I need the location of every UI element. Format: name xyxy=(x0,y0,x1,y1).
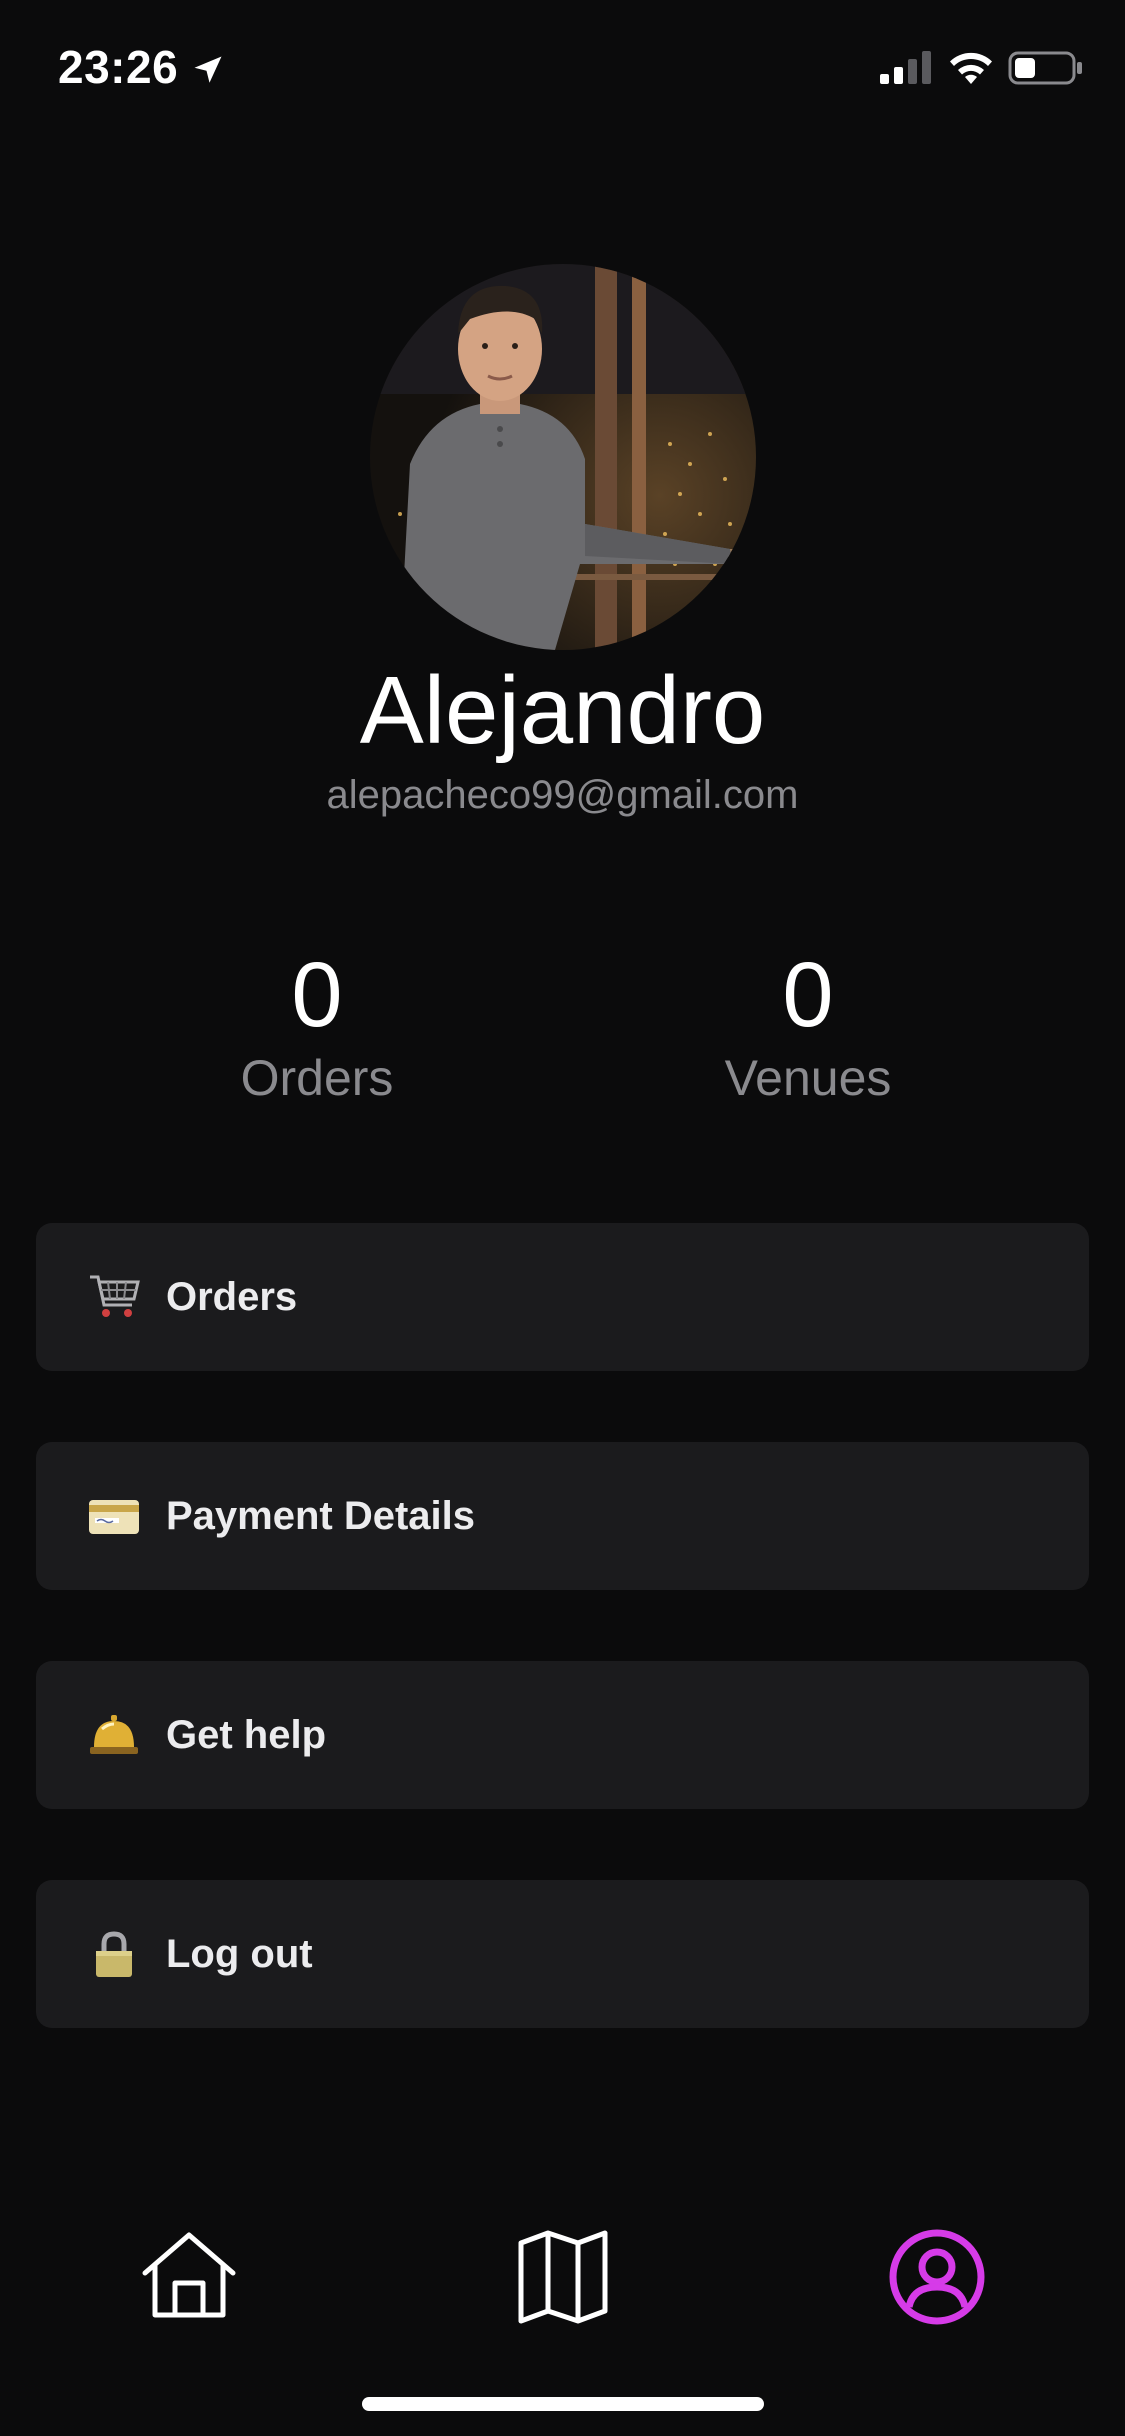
wifi-icon xyxy=(950,52,992,84)
home-icon xyxy=(142,2232,236,2318)
profile-email: alepacheco99@gmail.com xyxy=(326,773,799,817)
menu-item-orders[interactable]: Orders xyxy=(36,1223,1089,1371)
map-icon xyxy=(518,2230,608,2324)
menu-item-label: Orders xyxy=(166,1274,298,1319)
cellular-signal-icon xyxy=(880,51,931,84)
tab-map[interactable] xyxy=(508,2222,618,2332)
tab-profile[interactable] xyxy=(882,2222,992,2332)
menu-item-get-help[interactable]: Get help xyxy=(36,1661,1089,1809)
shopping-cart-icon xyxy=(84,1267,144,1327)
menu-item-label: Payment Details xyxy=(166,1493,476,1538)
venues-count: 0 xyxy=(782,944,834,1046)
menu-item-label: Log out xyxy=(166,1931,313,1976)
status-time: 23:26 xyxy=(58,41,179,93)
profile-name: Alejandro xyxy=(359,657,766,764)
menu-item-payment-details[interactable]: Payment Details xyxy=(36,1442,1089,1590)
profile-photo xyxy=(370,264,756,650)
venues-stat: 0 Venues xyxy=(618,940,998,1108)
lock-icon xyxy=(84,1924,144,1984)
orders-stat: 0 Orders xyxy=(127,940,507,1108)
tab-home[interactable] xyxy=(134,2222,244,2332)
venues-stat-label: Venues xyxy=(724,1050,892,1106)
orders-count: 0 xyxy=(291,944,343,1046)
service-bell-icon xyxy=(84,1705,144,1765)
credit-card-icon xyxy=(84,1486,144,1546)
menu-item-log-out[interactable]: Log out xyxy=(36,1880,1089,2028)
orders-stat-label: Orders xyxy=(240,1050,394,1106)
location-arrow-icon xyxy=(194,56,222,83)
status-bar: 23:26 xyxy=(0,0,1125,132)
battery-icon xyxy=(1008,51,1082,85)
home-indicator[interactable] xyxy=(362,2397,764,2411)
user-profile-icon xyxy=(889,2229,985,2325)
avatar[interactable] xyxy=(370,264,756,650)
menu-item-label: Get help xyxy=(166,1712,327,1757)
